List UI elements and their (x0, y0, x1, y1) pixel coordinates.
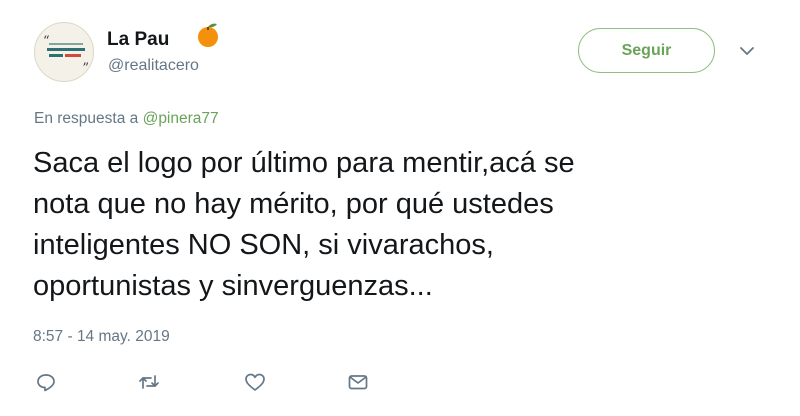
orange-emoji-icon (198, 23, 218, 47)
like-button[interactable] (244, 371, 266, 393)
retweet-button[interactable] (138, 371, 160, 393)
retweet-icon (139, 375, 159, 389)
direct-message-icon (348, 375, 368, 390)
chevron-down-icon[interactable] (738, 44, 756, 58)
direct-message-button[interactable] (347, 371, 369, 393)
tweet-text: Saca el logo por último para mentir,acá … (33, 147, 575, 302)
like-icon (245, 373, 265, 391)
display-name[interactable]: La Pau (107, 29, 169, 51)
reply-context: En respuesta a @pinera77 (34, 110, 219, 128)
reply-button[interactable] (35, 371, 57, 393)
reply-prefix: En respuesta a (34, 110, 139, 127)
reply-mention-link[interactable]: @pinera77 (143, 110, 219, 127)
tweet-timestamp[interactable]: 8:57 - 14 may. 2019 (33, 328, 170, 346)
avatar-image: “ ” (43, 34, 89, 76)
follow-button[interactable]: Seguir (578, 28, 715, 73)
tweet-card: “ ” La Pau @realitacero Seguir En respue… (0, 0, 800, 416)
reply-icon (37, 374, 55, 392)
user-handle[interactable]: @realitacero (108, 57, 199, 75)
avatar[interactable]: “ ” (34, 22, 94, 82)
